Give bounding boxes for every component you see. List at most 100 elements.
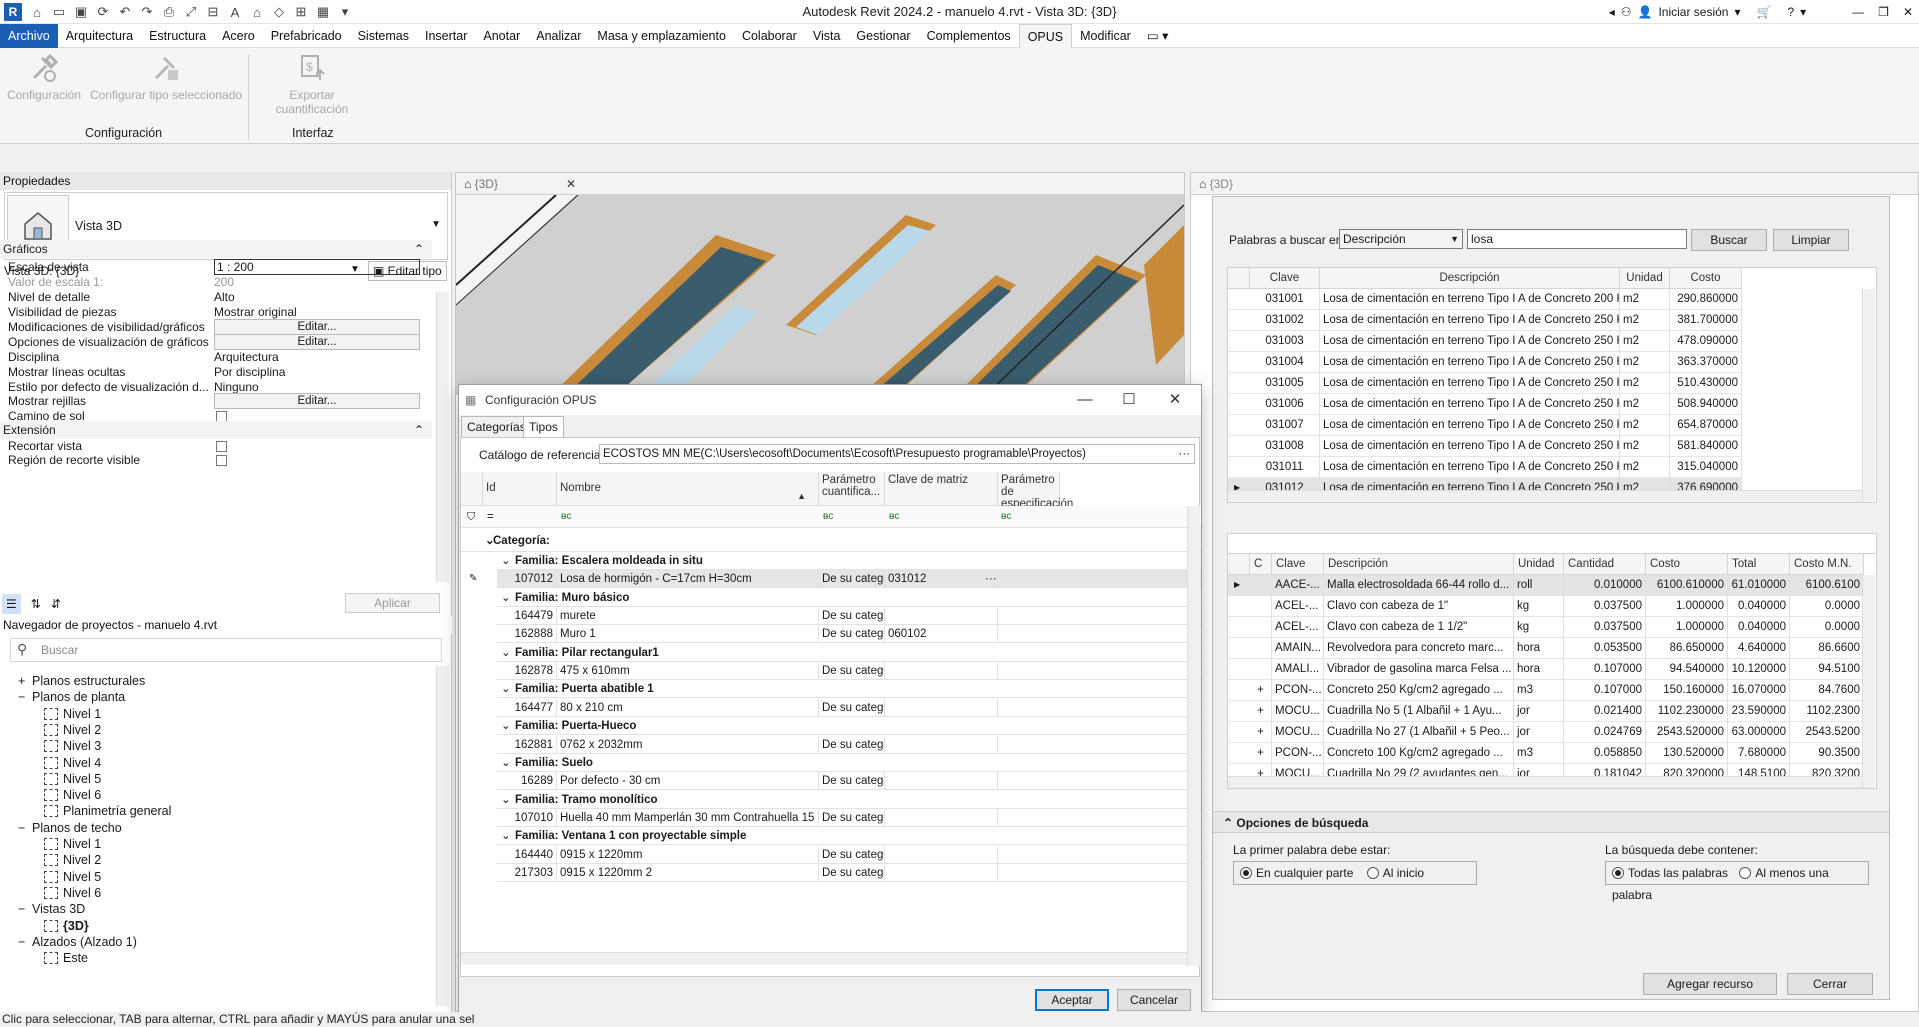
type-row[interactable]: 107010 Huella 40 mm Mamperlán 30 mm Contr… [497, 808, 1201, 827]
sort-icon[interactable]: ☰ [2, 594, 21, 614]
type-matrix-key[interactable]: 031012 [885, 570, 998, 589]
help-icon[interactable]: ? [1787, 5, 1794, 19]
tree-item[interactable]: Nivel 1 [44, 835, 101, 853]
close-button[interactable]: Cerrar [1787, 973, 1873, 995]
tree-item[interactable]: − Alzados (Alzado 1) [18, 933, 137, 951]
tree-item[interactable]: Nivel 3 [44, 737, 101, 755]
ellipsis-icon[interactable]: ··· [985, 570, 997, 588]
catalog-input[interactable]: ECOSTOS MN ME(C:\Users\ecosoft\Documents… [599, 444, 1195, 464]
apply-button[interactable]: Aplicar [345, 593, 440, 613]
catalog-row[interactable]: 031006 Losa de cimentación en terreno Tip… [1228, 394, 1742, 415]
close-icon[interactable]: ✕ [1903, 5, 1913, 19]
column-header[interactable]: Parámetro cuantifica... [819, 472, 885, 506]
catalog-row[interactable]: 031004 Losa de cimentación en terreno Tip… [1228, 352, 1742, 373]
catalog-row[interactable]: 031001 Losa de cimentación en terreno Tip… [1228, 289, 1742, 310]
search-field-select[interactable]: Descripción ▼ [1339, 229, 1463, 249]
category-group-row[interactable]: ⌄ Categoría: [461, 530, 1201, 552]
tree-item[interactable]: Este [44, 949, 88, 967]
config-type-button[interactable]: Configurar tipo seleccionado [88, 52, 244, 102]
print-icon[interactable]: ⎙ [158, 2, 180, 22]
catalog-row[interactable]: 031011 Losa de cimentación en terreno Tip… [1228, 457, 1742, 478]
tree-item[interactable]: − Vistas 3D [18, 900, 85, 918]
resource-row[interactable]: + PCON-... Concreto 250 Kg/cm2 agregado ..… [1228, 680, 1864, 701]
column-header[interactable]: Descripción [1324, 554, 1514, 575]
tree-item[interactable]: {3D} [44, 917, 89, 935]
ok-button[interactable]: Aceptar [1035, 989, 1109, 1011]
resource-row[interactable]: AMAIN... Revolvedora para concreto marc..… [1228, 638, 1864, 659]
fw-any-radio[interactable]: En cualquier parte [1240, 866, 1353, 880]
resource-cell[interactable] [1250, 596, 1272, 617]
column-header[interactable]: C [1250, 554, 1272, 575]
tree-item[interactable]: − Planos de techo [18, 819, 122, 837]
resource-row[interactable]: ACEL-... Clavo con cabeza de 1" kg 0.037500… [1228, 596, 1864, 617]
chevron-down-icon[interactable]: ▼ [431, 219, 441, 230]
tab-menu-6[interactable]: Insertar [417, 24, 475, 48]
type-matrix-key[interactable]: 060102 [885, 625, 998, 644]
resource-row[interactable]: ACEL-... Clavo con cabeza de 1 1/2" kg 0.03… [1228, 617, 1864, 638]
property-checkbox[interactable] [216, 455, 227, 466]
column-header[interactable]: Cantidad [1564, 554, 1646, 575]
type-param[interactable]: De su catego... [819, 570, 885, 589]
type-matrix-key[interactable] [885, 607, 998, 626]
config-button[interactable]: Configuración [4, 52, 84, 102]
catalog-row[interactable]: 031005 Losa de cimentación en terreno Tip… [1228, 373, 1742, 394]
collapse-icon[interactable]: − [18, 819, 32, 837]
column-header[interactable]: Unidad [1620, 268, 1670, 289]
signin-link[interactable]: Iniciar sesión [1658, 5, 1728, 19]
open-icon[interactable]: ▭ [48, 2, 70, 22]
panel-toggle-icon[interactable]: ▭ ▾ [1139, 24, 1177, 48]
chevron-left-icon[interactable]: ◂ [1609, 5, 1615, 19]
browser-scrollbar[interactable] [436, 666, 449, 1006]
catalog-row[interactable]: 031003 Losa de cimentación en terreno Tip… [1228, 331, 1742, 352]
resource-cell[interactable] [1250, 575, 1272, 596]
type-row[interactable]: 16447780 x 210 cmDe su catego... [497, 698, 1201, 717]
clear-button[interactable]: Limpiar [1773, 229, 1849, 251]
column-header[interactable]: Nombre ▲ [557, 472, 819, 506]
tab-menu-0[interactable]: Archivo [0, 23, 58, 48]
tab-menu-10[interactable]: Colaborar [734, 24, 805, 48]
tree-item[interactable]: Nivel 4 [44, 754, 101, 772]
tree-item[interactable]: Nivel 6 [44, 884, 101, 902]
family-group-row[interactable]: ⌄ Familia: Ventana 1 con proyectable simp… [497, 827, 1201, 846]
family-group-row[interactable]: ⌄ Familia: Puerta abatible 1 [497, 680, 1201, 699]
tab-menu-7[interactable]: Anotar [475, 24, 528, 48]
view-tab[interactable]: ⌂ {3D} ✕ [456, 173, 1184, 195]
type-row[interactable]: 107012 Losa de hormigón - C=17cm H=30cm De… [469, 570, 1201, 589]
tab-categorias[interactable]: Categorías [461, 416, 532, 438]
m-all-radio[interactable]: Todas las palabras [1612, 866, 1728, 880]
tab-menu-4[interactable]: Prefabricado [263, 24, 350, 48]
tab-menu-9[interactable]: Masa y emplazamiento [589, 24, 734, 48]
type-matrix-key[interactable] [885, 863, 998, 882]
search-options-header[interactable]: ⌃ Opciones de búsqueda [1213, 811, 1889, 833]
expand-icon[interactable]: + [1250, 680, 1272, 701]
catalog-vscroll[interactable] [1862, 289, 1875, 502]
type-row[interactable]: 2173030915 x 1220mm 2De su catego... [497, 863, 1201, 882]
align-icon[interactable]: ⊟ [202, 2, 224, 22]
resource-row[interactable]: AMALI... Vibrador de gasolina marca Felsa… [1228, 659, 1864, 680]
tab-menu-5[interactable]: Sistemas [350, 24, 417, 48]
family-group-row[interactable]: ⌄ Familia: Muro básico [497, 589, 1201, 607]
tree-item[interactable]: − Planos de planta [18, 688, 125, 706]
type-matrix-key[interactable] [885, 808, 998, 827]
3d-view-icon[interactable]: ⌂ [246, 2, 268, 22]
type-param[interactable]: De su catego... [819, 625, 885, 644]
home-icon[interactable]: ⌂ [26, 2, 48, 22]
column-header[interactable]: Parámetro de especificación [998, 472, 1073, 510]
tree-item[interactable]: Nivel 1 [44, 705, 101, 723]
tree-item[interactable]: + Planos estructurales [18, 672, 145, 690]
tree-item[interactable]: Nivel 5 [44, 868, 101, 886]
properties-scrollbar[interactable] [436, 292, 449, 582]
filter-input[interactable]: ᴃc [561, 506, 571, 528]
group-extension[interactable]: Extensión ⌃ [0, 421, 432, 439]
resource-hscroll[interactable] [1228, 776, 1862, 788]
ellipsis-icon[interactable]: ··· [1178, 445, 1190, 463]
family-group-row[interactable]: ⌄ Familia: Escalera moldeada in situ [497, 552, 1201, 570]
group-graficos[interactable]: Gráficos ⌃ [0, 240, 432, 258]
expand-icon[interactable]: + [1250, 722, 1272, 743]
close-icon[interactable]: ✕ [566, 173, 576, 195]
view-tab[interactable]: ⌂ {3D} [1191, 173, 1918, 195]
column-header[interactable]: Total [1728, 554, 1790, 575]
thin-lines-icon[interactable]: ⊞ [290, 2, 312, 22]
collapse-icon[interactable]: − [18, 933, 32, 951]
column-header[interactable]: Costo [1670, 268, 1742, 289]
